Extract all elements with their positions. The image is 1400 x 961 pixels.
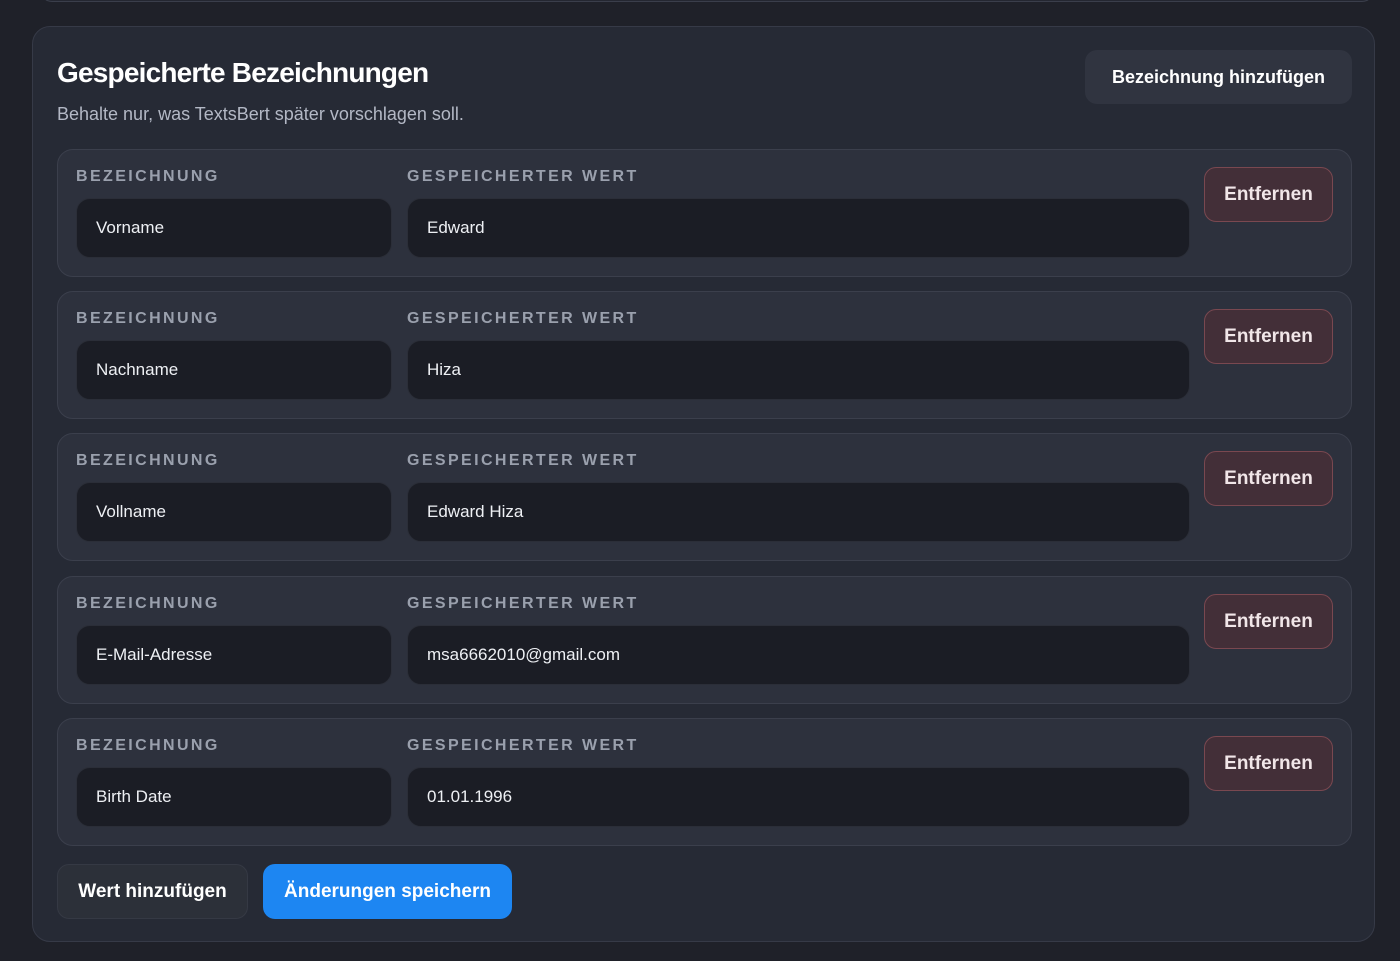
label-column-header: BEZEICHNUNG [76,168,220,185]
value-column-header: GESPEICHERTER WERT [407,452,639,469]
remove-button[interactable]: Entfernen [1204,309,1333,364]
value-input[interactable] [407,482,1190,542]
entry-row: BEZEICHNUNG GESPEICHERTER WERT Entfernen [57,576,1352,704]
remove-button[interactable]: Entfernen [1204,594,1333,649]
entry-row: BEZEICHNUNG GESPEICHERTER WERT Entfernen [57,149,1352,277]
value-column-header: GESPEICHERTER WERT [407,310,639,327]
label-column-header: BEZEICHNUNG [76,310,220,327]
previous-card-edge [40,0,1374,2]
remove-button[interactable]: Entfernen [1204,451,1333,506]
label-column-header: BEZEICHNUNG [76,737,220,754]
section-subtitle: Behalte nur, was TextsBert später vorsch… [57,104,464,124]
value-column-header: GESPEICHERTER WERT [407,168,639,185]
label-input[interactable] [76,767,392,827]
label-input[interactable] [76,625,392,685]
add-label-button[interactable]: Bezeichnung hinzufügen [1085,50,1352,104]
value-input[interactable] [407,198,1190,258]
value-input[interactable] [407,340,1190,400]
label-column-header: BEZEICHNUNG [76,595,220,612]
value-column-header: GESPEICHERTER WERT [407,737,639,754]
remove-button[interactable]: Entfernen [1204,736,1333,791]
section-title: Gespeicherte Bezeichnungen [57,57,429,88]
entry-row: BEZEICHNUNG GESPEICHERTER WERT Entfernen [57,718,1352,846]
label-input[interactable] [76,198,392,258]
entry-row: BEZEICHNUNG GESPEICHERTER WERT Entfernen [57,291,1352,419]
remove-button[interactable]: Entfernen [1204,167,1333,222]
value-input[interactable] [407,625,1190,685]
value-input[interactable] [407,767,1190,827]
save-changes-button[interactable]: Änderungen speichern [263,864,512,919]
add-value-button[interactable]: Wert hinzufügen [57,864,248,919]
label-column-header: BEZEICHNUNG [76,452,220,469]
entry-row: BEZEICHNUNG GESPEICHERTER WERT Entfernen [57,433,1352,561]
saved-labels-panel: Gespeicherte Bezeichnungen Behalte nur, … [32,26,1375,942]
label-input[interactable] [76,482,392,542]
label-input[interactable] [76,340,392,400]
value-column-header: GESPEICHERTER WERT [407,595,639,612]
